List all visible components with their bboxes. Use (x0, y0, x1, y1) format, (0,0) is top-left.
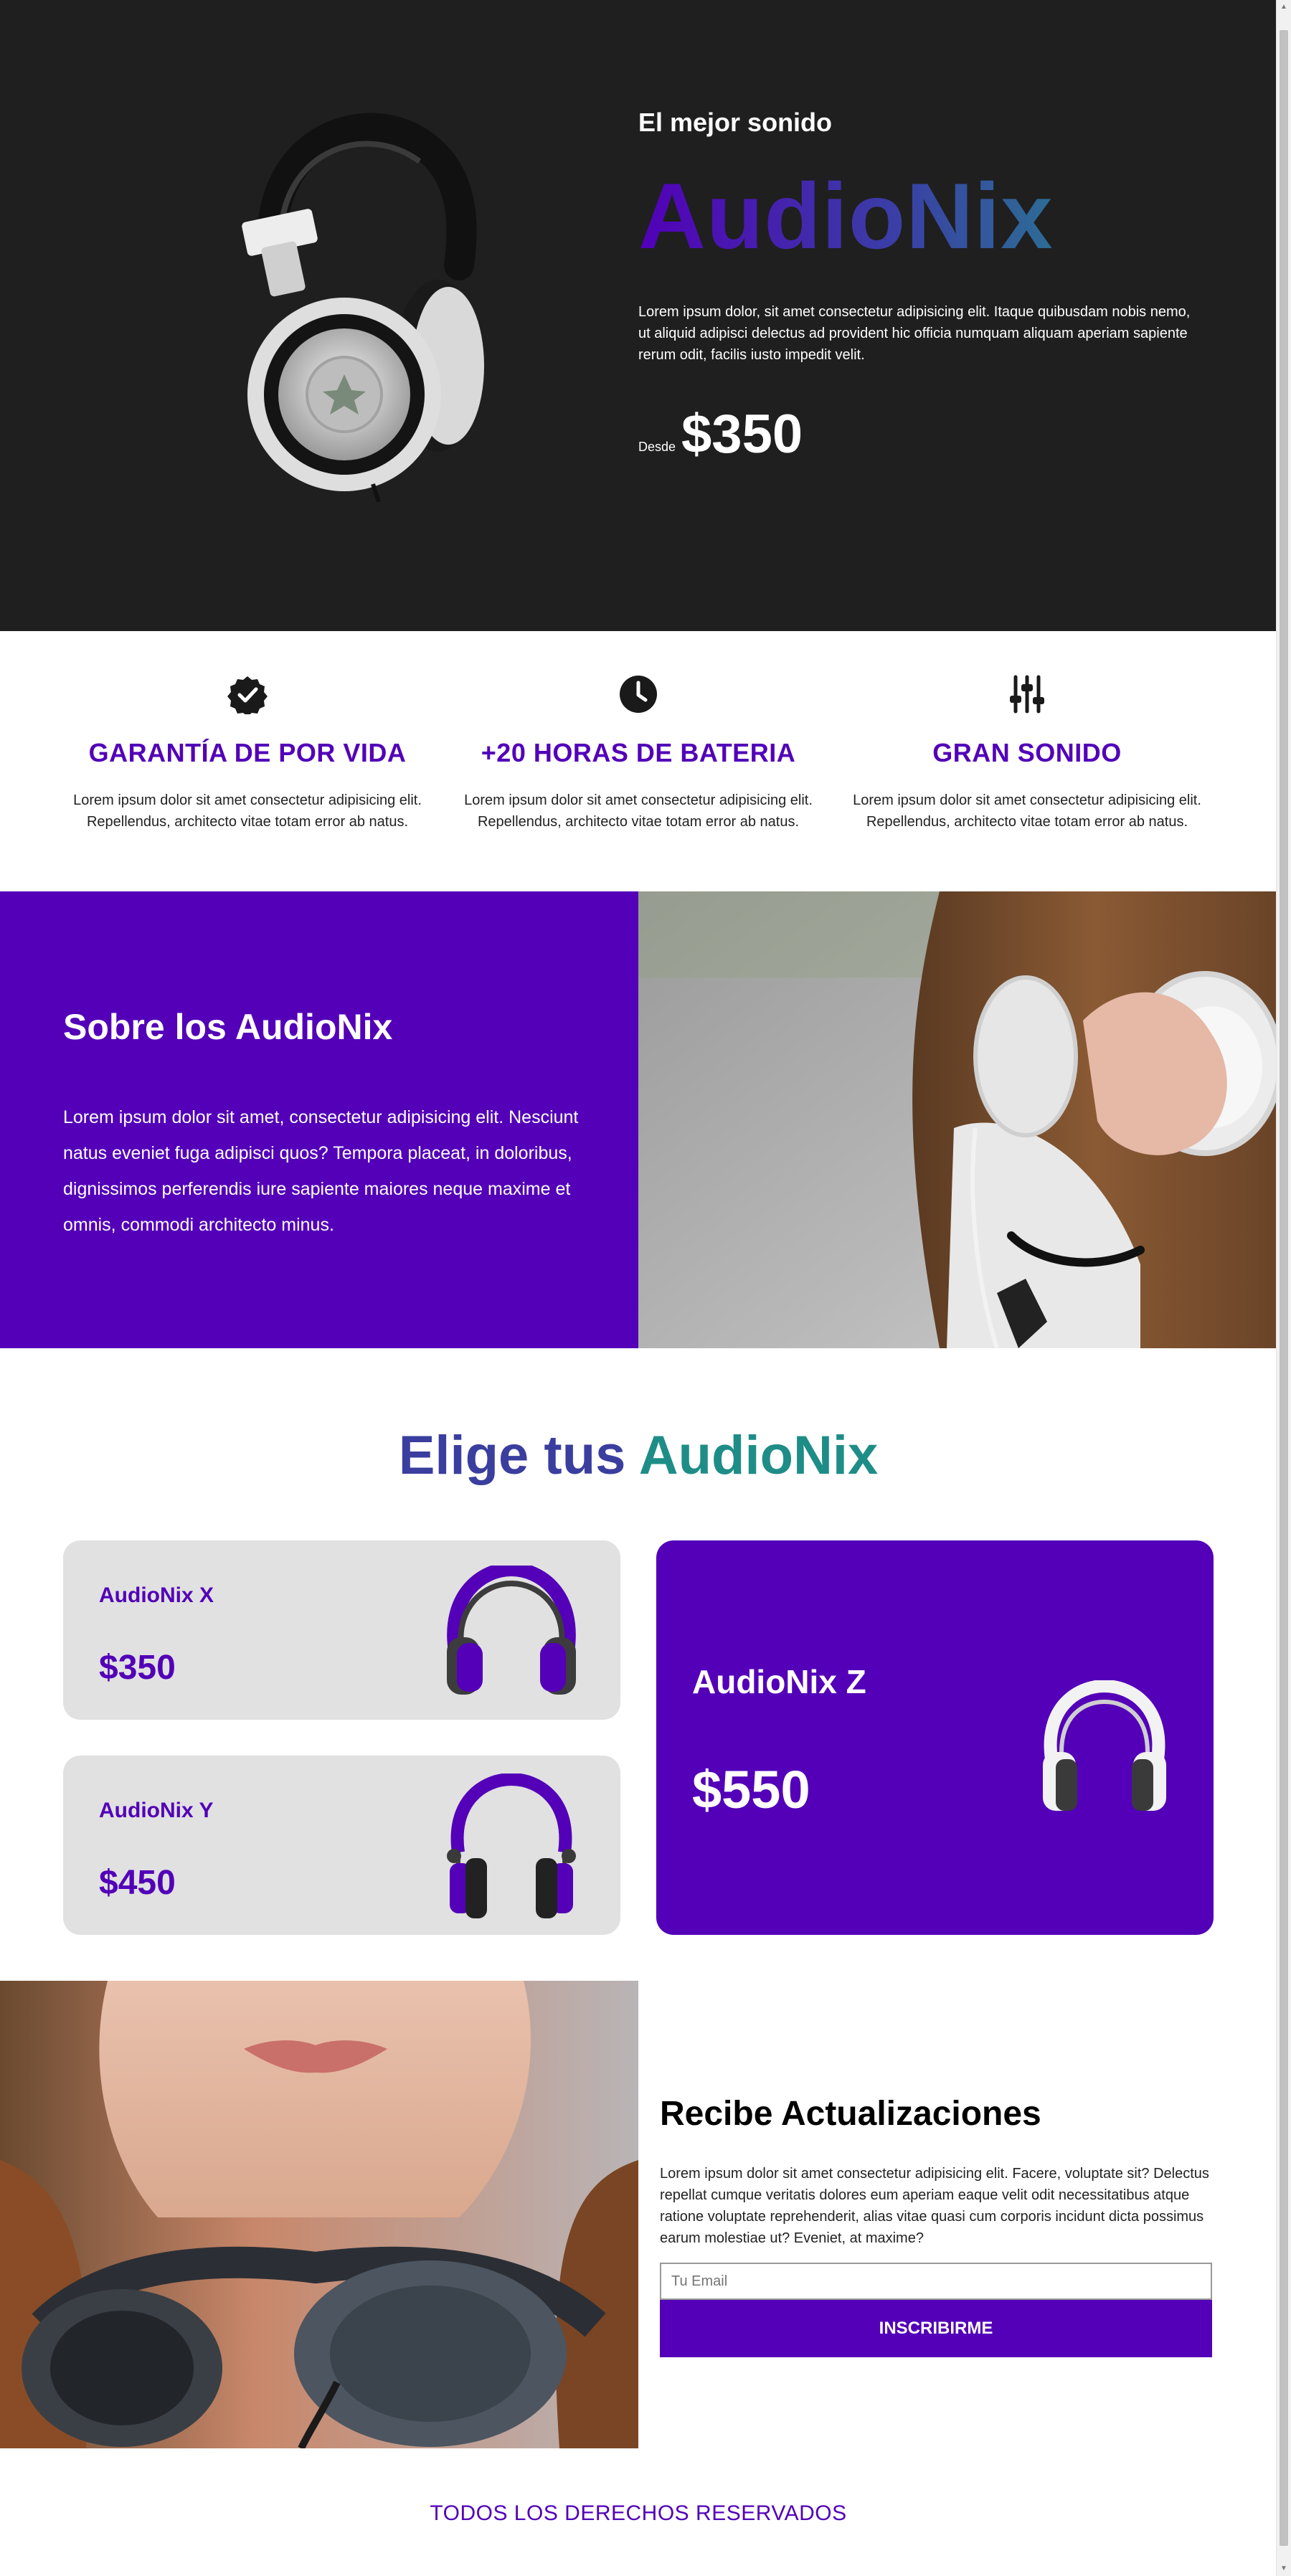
scroll-down-arrow-icon[interactable]: ▼ (1277, 2562, 1291, 2576)
product-name: AudioNix Z (692, 1663, 866, 1700)
about-photo-woman-with-headphones (638, 891, 1277, 1348)
hero-brand-title: AudioNix (638, 169, 1212, 262)
about-section: Sobre los AudioNix Lorem ipsum dolor sit… (0, 891, 1277, 1348)
email-input[interactable] (660, 2263, 1212, 2300)
headphones-z-image (1043, 1680, 1166, 1811)
newsletter-section: Recibe Actualizaciones Lorem ipsum dolor… (0, 1981, 1277, 2448)
feature-sound: GRAN SONIDO Lorem ipsum dolor sit amet c… (833, 674, 1221, 833)
product-card-z[interactable]: AudioNix Z $550 (656, 1540, 1214, 1935)
feature-title: GRAN SONIDO (932, 738, 1122, 767)
footer: TODOS LOS DERECHOS RESERVADOS (0, 2448, 1277, 2576)
scroll-up-arrow-icon[interactable]: ▲ (1277, 0, 1291, 14)
hero-price: Desde $350 (638, 407, 1212, 462)
product-price: $550 (692, 1760, 810, 1819)
hero-headphones-image (242, 113, 484, 502)
product-price: $450 (99, 1864, 176, 1902)
products-section: Elige tus AudioNix AudioNix X $350 Audio… (0, 1348, 1277, 1981)
subscribe-button[interactable]: INSCRIBIRME (660, 2300, 1212, 2357)
newsletter-text: Lorem ipsum dolor sit amet consectetur a… (660, 2166, 1209, 2246)
product-card-y[interactable]: AudioNix Y $450 (63, 1756, 620, 1935)
about-text: Lorem ipsum dolor sit amet, consectetur … (63, 1107, 579, 1235)
clock-icon (620, 676, 657, 713)
headphones-y-image (447, 1774, 576, 1918)
about-panel: Sobre los AudioNix Lorem ipsum dolor sit… (0, 891, 638, 1348)
sliders-icon (1010, 675, 1044, 714)
feature-text: Lorem ipsum dolor sit amet consectetur a… (73, 792, 422, 830)
product-card-x[interactable]: AudioNix X $350 (63, 1540, 620, 1720)
products-title-part2: AudioNix (638, 1425, 879, 1486)
scrollbar-thumb[interactable] (1280, 30, 1288, 2546)
about-title: Sobre los AudioNix (63, 1007, 393, 1047)
feature-battery: +20 HORAS DE BATERIA Lorem ipsum dolor s… (445, 674, 832, 833)
newsletter-title: Recibe Actualizaciones (660, 2095, 1041, 2133)
feature-text: Lorem ipsum dolor sit amet consectetur a… (853, 792, 1201, 830)
hero-price-value: $350 (681, 404, 803, 465)
product-price: $350 (99, 1649, 176, 1687)
footer-copyright: TODOS LOS DERECHOS RESERVADOS (430, 2501, 847, 2525)
badge-check-icon (227, 676, 268, 716)
features-section: GARANTÍA DE POR VIDA Lorem ipsum dolor s… (0, 631, 1277, 891)
hero-text: El mejor sonido AudioNix Lorem ipsum dol… (638, 108, 1212, 462)
feature-warranty: GARANTÍA DE POR VIDA Lorem ipsum dolor s… (54, 674, 441, 833)
hero-description: Lorem ipsum dolor, sit amet consectetur … (638, 304, 1191, 363)
product-name: AudioNix Y (99, 1799, 214, 1822)
feature-title: GARANTÍA DE POR VIDA (88, 738, 407, 767)
hero-section: El mejor sonido AudioNix Lorem ipsum dol… (0, 0, 1277, 631)
newsletter-photo-woman-with-headphones (0, 1981, 638, 2448)
page-scrollbar[interactable]: ▲ ▼ (1276, 0, 1291, 2576)
products-title-part1: Elige tus (398, 1425, 626, 1486)
hero-price-prefix: Desde (638, 440, 676, 454)
product-name: AudioNix X (99, 1583, 214, 1607)
feature-title: +20 HORAS DE BATERIA (481, 738, 796, 767)
headphones-x-image (447, 1566, 576, 1695)
feature-text: Lorem ipsum dolor sit amet consectetur a… (464, 792, 813, 830)
hero-kicker: El mejor sonido (638, 108, 833, 137)
products-title: Elige tus AudioNix (0, 1424, 1277, 1487)
